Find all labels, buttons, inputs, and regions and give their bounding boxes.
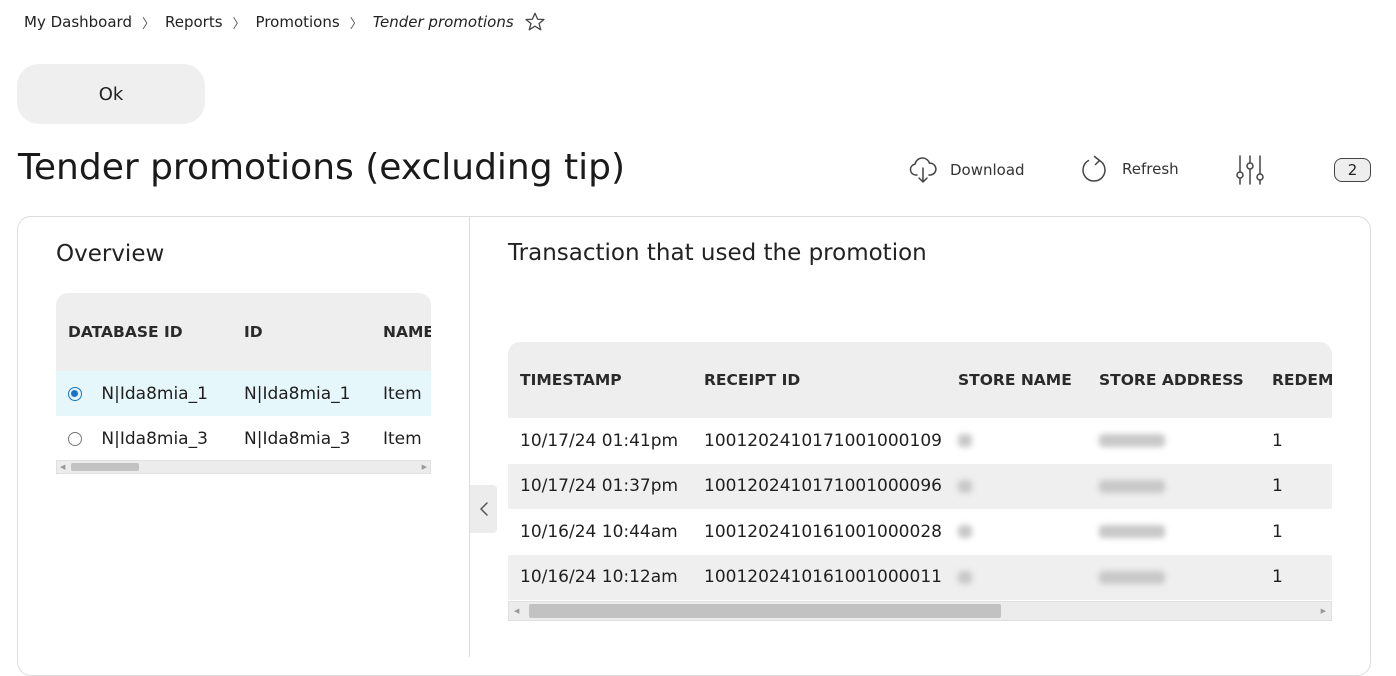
redacted-value <box>1099 525 1165 539</box>
redacted-value <box>1099 434 1165 448</box>
scroll-thumb[interactable] <box>71 463 139 471</box>
transactions-table: TIMESTAMP RECEIPT ID STORE NAME STORE AD… <box>508 342 1332 622</box>
overview-table: DATABASE ID ID NAME N|Ida8mia_1 N|Ida8mi… <box>56 293 431 475</box>
filter-settings-button[interactable] <box>1234 154 1278 186</box>
breadcrumb-current: Tender promotions <box>372 13 514 31</box>
column-header-database-id[interactable]: DATABASE ID <box>56 293 232 371</box>
redacted-value <box>1099 479 1165 493</box>
column-header-name[interactable]: NAME <box>371 293 431 371</box>
collapse-panel-button[interactable] <box>470 485 497 533</box>
redacted-value <box>1099 570 1165 584</box>
redacted-value <box>958 570 972 584</box>
table-cell-receipt-id: 1001202410161001000028 <box>704 521 942 542</box>
column-header-timestamp[interactable]: TIMESTAMP <box>508 342 692 418</box>
table-cell-timestamp: 10/17/24 01:37pm <box>508 463 692 509</box>
redacted-value <box>958 525 972 539</box>
transactions-horizontal-scrollbar[interactable]: ◀ ▶ <box>508 601 1332 621</box>
breadcrumb-promotions[interactable]: Promotions <box>256 13 340 31</box>
table-cell-store-name <box>950 463 1091 509</box>
table-row[interactable]: 10/17/24 01:41pm 1001202410171001000109 … <box>508 418 1332 464</box>
table-cell-id: N|Ida8mia_3 <box>244 428 351 449</box>
column-header-id[interactable]: ID <box>232 293 371 371</box>
table-cell-timestamp: 10/16/24 10:12am <box>508 554 692 600</box>
panel-divider <box>469 217 470 657</box>
breadcrumb-reports[interactable]: Reports <box>165 13 223 31</box>
breadcrumb-my-dashboard[interactable]: My Dashboard <box>24 13 132 31</box>
table-cell: N|Ida8mia_1 <box>56 371 232 416</box>
refresh-label: Refresh <box>1122 160 1179 178</box>
table-cell: N|Ida8mia_3 <box>56 416 232 461</box>
scroll-left-icon[interactable]: ◀ <box>514 607 519 615</box>
transactions-title: Transaction that used the promotion <box>508 240 927 266</box>
count-badge: 2 <box>1334 158 1371 182</box>
table-cell-id: N|Ida8mia_1 <box>232 371 371 416</box>
column-header-store-address[interactable]: STORE ADDRESS <box>1091 342 1260 418</box>
table-cell-store-address <box>1091 554 1260 600</box>
breadcrumb-separator: 〉 <box>141 16 155 32</box>
scroll-left-icon[interactable]: ◀ <box>60 463 65 471</box>
row-radio[interactable] <box>68 431 82 446</box>
ok-button[interactable]: Ok <box>17 64 205 124</box>
scroll-right-icon[interactable]: ▶ <box>1321 607 1326 615</box>
chevron-left-icon <box>479 502 488 516</box>
table-cell-timestamp: 10/17/24 01:41pm <box>520 430 679 451</box>
table-cell-store-address <box>1091 509 1260 555</box>
table-cell-database-id: N|Ida8mia_1 <box>101 383 208 404</box>
table-cell-receipt-id: 1001202410161001000011 <box>692 554 950 600</box>
download-button[interactable]: Download <box>908 155 1025 185</box>
row-radio-selected[interactable] <box>68 386 82 401</box>
table-header-row: TIMESTAMP RECEIPT ID STORE NAME STORE AD… <box>508 342 1332 418</box>
refresh-icon <box>1082 155 1106 182</box>
table-row[interactable]: 10/16/24 10:12am 1001202410161001000011 … <box>508 554 1332 600</box>
download-label: Download <box>950 161 1025 179</box>
overview-title: Overview <box>56 241 165 267</box>
star-icon[interactable] <box>524 11 546 33</box>
table-row[interactable]: N|Ida8mia_1 N|Ida8mia_1 Item <box>56 371 431 416</box>
table-cell-store-name <box>950 509 1091 555</box>
table-row[interactable]: 10/16/24 10:44am 1001202410161001000028 … <box>508 509 1332 555</box>
breadcrumb: My Dashboard 〉 Reports 〉 Promotions 〉 Te… <box>24 11 546 33</box>
column-header-redemptions[interactable]: REDEMPTIONS <box>1260 342 1332 418</box>
page-title: Tender promotions (excluding tip) <box>18 147 626 188</box>
scroll-right-icon[interactable]: ▶ <box>422 463 427 471</box>
cloud-download-icon <box>909 157 937 183</box>
column-header-store-name[interactable]: STORE NAME <box>950 342 1091 418</box>
breadcrumb-separator: 〉 <box>349 16 363 32</box>
table-cell-redemptions: 1 <box>1260 554 1332 600</box>
table-cell-redemptions: 1 <box>1272 521 1283 542</box>
table-cell-database-id: N|Ida8mia_3 <box>101 428 208 449</box>
scroll-thumb[interactable] <box>529 604 1001 618</box>
overview-horizontal-scrollbar[interactable]: ◀ ▶ <box>56 460 431 474</box>
table-cell-name: Item <box>371 371 431 416</box>
redacted-value <box>958 479 972 493</box>
table-cell-redemptions: 1 <box>1260 463 1332 509</box>
table-cell-store-address <box>1091 463 1260 509</box>
table-cell-receipt-id: 1001202410171001000096 <box>692 463 950 509</box>
table-row[interactable]: 10/17/24 01:37pm 1001202410171001000096 … <box>508 463 1332 509</box>
redacted-value <box>958 434 972 448</box>
table-cell-store-address <box>1091 418 1260 464</box>
table-cell-redemptions: 1 <box>1272 430 1283 451</box>
table-cell-store-name <box>950 554 1091 600</box>
table-cell-timestamp: 10/16/24 10:44am <box>520 521 678 542</box>
breadcrumb-separator: 〉 <box>232 16 246 32</box>
table-cell-store-name <box>950 418 1091 464</box>
table-cell-name: Item <box>383 428 422 449</box>
refresh-button[interactable]: Refresh <box>1080 153 1179 185</box>
table-cell-receipt-id: 1001202410171001000109 <box>704 430 942 451</box>
table-row[interactable]: N|Ida8mia_3 N|Ida8mia_3 Item <box>56 416 431 461</box>
table-header-row: DATABASE ID ID NAME <box>56 293 431 371</box>
sliders-icon <box>1236 155 1264 185</box>
column-header-receipt-id[interactable]: RECEIPT ID <box>692 342 950 418</box>
